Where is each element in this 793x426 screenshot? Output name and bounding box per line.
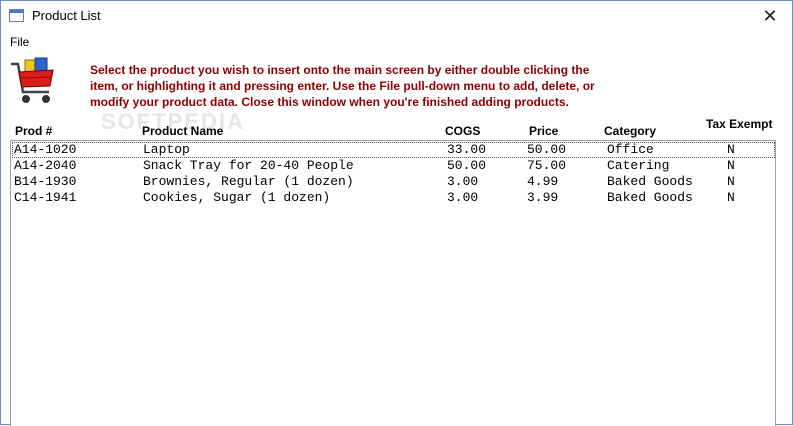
title-bar[interactable]: Product List ✕ [1,1,792,32]
cell-prod: A14-1020 [14,142,77,157]
cell-prod: A14-2040 [14,158,77,173]
column-header-price[interactable]: Price [529,124,558,138]
column-header-tax[interactable]: Tax Exempt [706,117,772,131]
product-listbox[interactable]: A14-1020 Laptop 33.00 50.00 Office N A14… [10,140,776,426]
window-icon [9,9,24,22]
instructions-text: Select the product you wish to insert on… [90,63,595,109]
product-list-window: Product List ✕ File Select the product y… [0,0,793,426]
cell-prod: B14-1930 [14,174,77,189]
cell-cogs: 3.00 [447,174,479,189]
menu-file[interactable]: File [10,35,29,49]
window-title: Product List [32,8,101,23]
shopping-cart-icon [11,57,54,103]
cell-cogs: 3.00 [447,190,479,205]
column-header-cogs[interactable]: COGS [445,124,480,138]
cell-tax: N [727,190,735,205]
cell-category: Baked Goods [607,174,693,189]
close-icon[interactable]: ✕ [758,4,782,28]
cell-prod: C14-1941 [14,190,77,205]
cell-price: 75.00 [527,158,567,173]
cell-tax: N [727,142,735,157]
column-header-prod[interactable]: Prod # [15,124,52,138]
cell-category: Catering [607,158,670,173]
cell-price: 50.00 [527,142,567,157]
table-row[interactable]: C14-1941 Cookies, Sugar (1 dozen) 3.00 3… [12,190,775,206]
cell-name: Snack Tray for 20-40 People [143,158,354,173]
table-row[interactable]: A14-2040 Snack Tray for 20-40 People 50.… [12,158,775,174]
cell-category: Baked Goods [607,190,693,205]
cell-cogs: 50.00 [447,158,487,173]
cell-name: Brownies, Regular (1 dozen) [143,174,354,189]
cell-price: 4.99 [527,174,559,189]
column-header-category[interactable]: Category [604,124,656,138]
cell-price: 3.99 [527,190,559,205]
column-header-name[interactable]: Product Name [142,124,223,138]
table-row[interactable]: A14-1020 Laptop 33.00 50.00 Office N [12,142,775,158]
cell-tax: N [727,158,735,173]
menu-bar: File [1,32,792,52]
table-row[interactable]: B14-1930 Brownies, Regular (1 dozen) 3.0… [12,174,775,190]
cell-category: Office [607,142,654,157]
cell-name: Cookies, Sugar (1 dozen) [143,190,331,205]
cell-tax: N [727,174,735,189]
cell-cogs: 33.00 [447,142,487,157]
cell-name: Laptop [143,142,190,157]
